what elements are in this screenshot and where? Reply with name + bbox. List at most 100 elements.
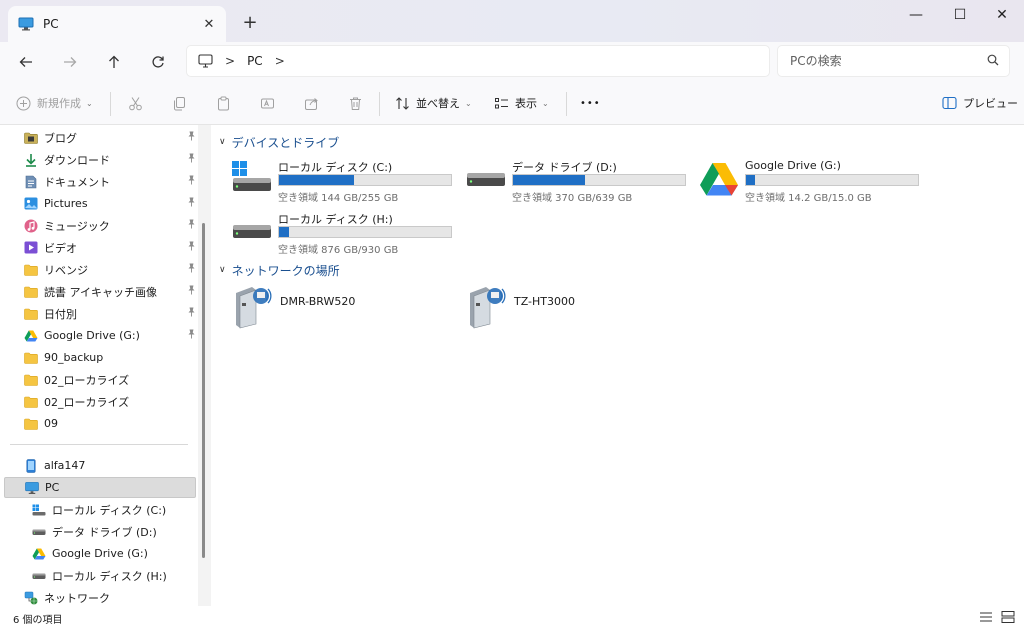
pin-icon[interactable]	[187, 175, 196, 188]
main-content: ∨ デバイスとドライブ ローカル ディスク (C:) 空き領域 144 GB/25…	[211, 125, 1024, 606]
rename-button[interactable]	[260, 93, 275, 113]
forward-button[interactable]	[58, 50, 82, 74]
drive-icon	[466, 161, 506, 197]
folder-icon	[24, 417, 38, 431]
view-button[interactable]: 表示 ⌄	[494, 93, 549, 113]
sidebar-device-item[interactable]: ローカル ディスク (H:)	[4, 565, 196, 586]
up-button[interactable]	[102, 50, 126, 74]
details-view-icon[interactable]	[978, 610, 994, 624]
pin-icon[interactable]	[187, 131, 196, 144]
network-device-name: DMR-BRW520	[280, 295, 356, 308]
paste-button[interactable]	[216, 93, 231, 113]
sort-button[interactable]: 並べ替え ⌄	[395, 93, 472, 113]
trash-icon	[350, 97, 361, 110]
sort-button-label: 並べ替え	[416, 97, 460, 110]
delete-button[interactable]	[348, 93, 363, 113]
arrow-right-icon	[64, 57, 77, 67]
pin-icon[interactable]	[187, 307, 196, 320]
sidebar-item[interactable]: ダウンロード	[4, 149, 196, 170]
item-count: 6 個の項目	[13, 615, 63, 626]
close-window-button[interactable]: ✕	[982, 4, 1022, 26]
drive-usage-bar	[745, 174, 919, 186]
tab-pc[interactable]: PC ✕	[8, 6, 226, 42]
sidebar-item[interactable]: ミュージック	[4, 215, 196, 236]
command-bar: 新規作成 ⌄ 並べ替え ⌄ 表示 ⌄ ••• プレビュー	[0, 82, 1024, 125]
breadcrumb-pc[interactable]: PC	[247, 54, 263, 68]
new-button[interactable]: 新規作成 ⌄	[16, 93, 93, 113]
drive-tile[interactable]: ローカル ディスク (C:) 空き領域 144 GB/255 GB	[232, 157, 462, 204]
sidebar-device-item[interactable]: alfa147	[4, 455, 196, 476]
drive-name: ローカル ディスク (H:)	[278, 213, 393, 226]
pin-icon[interactable]	[187, 285, 196, 298]
search-input[interactable]	[790, 52, 980, 70]
drive-icon	[32, 569, 46, 583]
network-device-tile[interactable]: TZ-HT3000	[466, 285, 666, 331]
google-drive-icon	[699, 161, 739, 197]
sidebar-item-label: ミュージック	[44, 219, 110, 233]
sidebar-item[interactable]: リベンジ	[4, 259, 196, 280]
rename-icon	[261, 98, 274, 108]
sidebar-item[interactable]: Pictures	[4, 193, 196, 214]
maximize-button[interactable]: ☐	[940, 4, 980, 26]
preview-button-label: プレビュー	[963, 97, 1018, 110]
new-tab-button[interactable]: +	[240, 12, 260, 33]
sidebar-device-item[interactable]: ネットワーク	[4, 587, 196, 608]
drive-name: データ ドライブ (D:)	[512, 161, 617, 174]
sidebar-item[interactable]: Google Drive (G:)	[4, 325, 196, 346]
drive-tile[interactable]: Google Drive (G:) 空き領域 14.2 GB/15.0 GB	[699, 157, 929, 204]
sidebar-item[interactable]: 日付別	[4, 303, 196, 324]
more-options-button[interactable]: •••	[580, 93, 601, 113]
cut-button[interactable]	[128, 93, 143, 113]
sidebar-device-item[interactable]: Google Drive (G:)	[4, 543, 196, 564]
new-button-label: 新規作成	[37, 97, 81, 110]
sidebar-item[interactable]: 02_ローカライズ	[4, 391, 196, 412]
pin-icon[interactable]	[187, 153, 196, 166]
view-button-label: 表示	[515, 97, 537, 110]
drive-tile[interactable]: データ ドライブ (D:) 空き領域 370 GB/639 GB	[466, 157, 696, 204]
sidebar-item[interactable]: 90_backup	[4, 347, 196, 368]
sidebar-device-item[interactable]: データ ドライブ (D:)	[4, 521, 196, 542]
sidebar-item-label: alfa147	[44, 459, 86, 472]
preview-pane-button[interactable]: プレビュー	[942, 93, 1018, 113]
drive-tile[interactable]: ローカル ディスク (H:) 空き領域 876 GB/930 GB	[232, 209, 462, 256]
pin-icon[interactable]	[187, 219, 196, 232]
pin-icon[interactable]	[187, 241, 196, 254]
address-bar[interactable]: > PC >	[186, 45, 770, 77]
drive-icon	[232, 213, 272, 249]
network-section-header[interactable]: ∨ ネットワークの場所	[219, 261, 340, 279]
breadcrumb-separator[interactable]: >	[275, 54, 285, 68]
folder-icon	[24, 307, 38, 321]
tiles-view-icon[interactable]	[1000, 610, 1016, 624]
sidebar-item[interactable]: ドキュメント	[4, 171, 196, 192]
toolbar-divider	[379, 92, 380, 116]
sidebar-item-label: Pictures	[44, 197, 88, 210]
chevron-down-icon: ⌄	[465, 98, 472, 108]
arrow-left-icon	[19, 57, 32, 67]
sidebar-scrollbar-thumb[interactable]	[202, 223, 205, 558]
sidebar-item[interactable]: 読書 アイキャッチ画像	[4, 281, 196, 302]
devices-section-header[interactable]: ∨ デバイスとドライブ	[219, 133, 339, 151]
sidebar-item[interactable]: 02_ローカライズ	[4, 369, 196, 390]
sidebar-device-item[interactable]: ローカル ディスク (C:)	[4, 499, 196, 520]
share-button[interactable]	[304, 93, 319, 113]
sidebar-item[interactable]: ブログ	[4, 127, 196, 148]
sidebar-device-item[interactable]: PC	[4, 477, 196, 498]
folder-icon	[24, 395, 38, 409]
sidebar-item[interactable]: 09	[4, 413, 196, 434]
sidebar-item[interactable]: ビデオ	[4, 237, 196, 258]
sidebar-item-label: データ ドライブ (D:)	[52, 525, 157, 539]
navigation-bar: > PC >	[0, 42, 1024, 82]
share-icon	[305, 97, 318, 110]
network-device-tile[interactable]: DMR-BRW520	[232, 285, 432, 331]
refresh-button[interactable]	[146, 50, 170, 74]
minimize-button[interactable]: —	[896, 4, 936, 26]
drive-icon	[32, 525, 46, 539]
back-button[interactable]	[14, 50, 38, 74]
search-box[interactable]	[777, 45, 1010, 77]
pin-icon[interactable]	[187, 197, 196, 210]
pin-icon[interactable]	[187, 329, 196, 342]
chevron-down-icon: ∨	[219, 265, 226, 275]
copy-button[interactable]	[172, 93, 187, 113]
pin-icon[interactable]	[187, 263, 196, 276]
tab-close-icon[interactable]: ✕	[200, 15, 218, 33]
